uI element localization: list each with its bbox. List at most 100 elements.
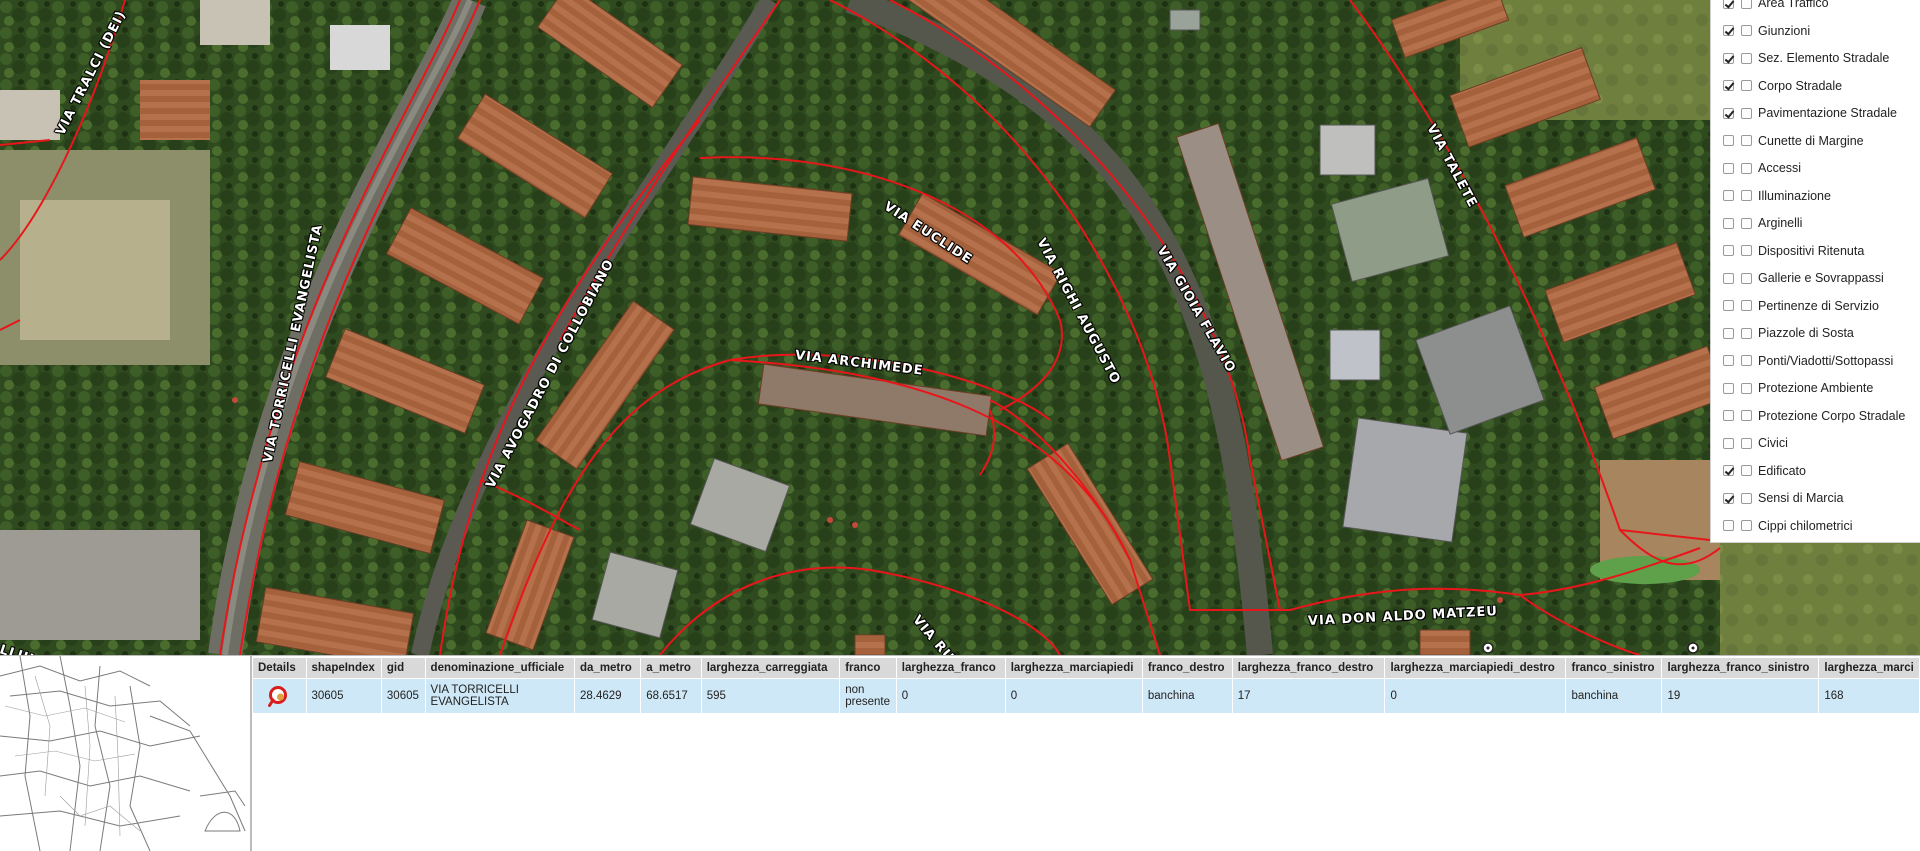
layer-row[interactable]: Illuminazione <box>1711 185 1920 207</box>
layer-label: Ponti/Viadotti/Sottopassi <box>1758 353 1894 368</box>
details-cell[interactable] <box>252 678 307 714</box>
column-header[interactable]: franco_destro <box>1141 657 1233 679</box>
layer-row[interactable]: Sensi di Marcia <box>1711 487 1920 509</box>
layer-row[interactable]: Pavimentazione Stradale <box>1711 102 1920 124</box>
layer-visibility-checkbox[interactable] <box>1723 410 1734 421</box>
column-header[interactable]: a_metro <box>640 657 702 679</box>
column-header[interactable]: larghezza_franco_destro <box>1231 657 1386 679</box>
column-header[interactable]: larghezza_marciapiedi <box>1004 657 1143 679</box>
cell-franco-destro: banchina <box>1141 678 1233 714</box>
layer-row[interactable]: Sez. Elemento Stradale <box>1711 47 1920 69</box>
cell-larghezza-franco-destro: 17 <box>1231 678 1386 714</box>
layer-visibility-checkbox[interactable] <box>1723 107 1734 119</box>
overview-map[interactable] <box>0 656 252 851</box>
layer-select-checkbox[interactable] <box>1741 300 1752 311</box>
layer-visibility-checkbox[interactable] <box>1723 135 1734 146</box>
layer-select-checkbox[interactable] <box>1741 437 1752 449</box>
cell-larghezza-carreggiata: 595 <box>700 678 841 714</box>
column-header[interactable]: larghezza_marciapiedi_destro <box>1384 657 1567 679</box>
layer-select-checkbox[interactable] <box>1741 465 1752 476</box>
layer-row[interactable]: Pertinenze di Servizio <box>1711 295 1920 317</box>
layer-label: Protezione Ambiente <box>1758 381 1874 395</box>
column-header[interactable]: franco <box>839 657 897 679</box>
layer-row[interactable]: Piazzole di Sosta <box>1711 322 1920 344</box>
layer-visibility-checkbox[interactable] <box>1723 162 1734 174</box>
layer-visibility-checkbox[interactable] <box>1723 217 1734 229</box>
layer-row[interactable]: Giunzioni <box>1711 20 1920 42</box>
layer-visibility-checkbox[interactable] <box>1723 520 1734 531</box>
layer-select-checkbox[interactable] <box>1741 492 1752 504</box>
layer-row[interactable]: Dispositivi Ritenuta <box>1711 240 1920 262</box>
layer-visibility-checkbox[interactable] <box>1723 272 1734 284</box>
layer-row[interactable]: Accessi <box>1711 157 1920 179</box>
layer-visibility-checkbox[interactable] <box>1723 355 1734 366</box>
layer-row[interactable]: Gallerie e Sovrappassi <box>1711 267 1920 289</box>
column-header[interactable]: da_metro <box>573 657 642 679</box>
layer-row[interactable]: Edificato <box>1711 460 1920 482</box>
layer-visibility-checkbox[interactable] <box>1723 245 1734 256</box>
layer-visibility-checkbox[interactable] <box>1723 0 1734 9</box>
details-zoom-icon[interactable] <box>268 685 290 707</box>
layer-select-checkbox[interactable] <box>1741 52 1752 64</box>
layer-select-checkbox[interactable] <box>1741 25 1752 36</box>
layer-row[interactable]: Ponti/Viadotti/Sottopassi <box>1711 350 1920 372</box>
layer-row[interactable]: Corpo Stradale <box>1711 75 1920 97</box>
attribute-grid[interactable]: Details shapeIndex gid denominazione_uff… <box>252 657 1920 851</box>
layer-select-checkbox[interactable] <box>1741 520 1752 531</box>
column-header[interactable]: shapeIndex <box>305 657 382 679</box>
layer-visibility-checkbox[interactable] <box>1723 25 1734 36</box>
cell-larghezza-marciapiedi-destro: 0 <box>1384 678 1567 714</box>
layer-row[interactable]: Arginelli <box>1711 212 1920 234</box>
layer-label: Accessi <box>1758 161 1802 175</box>
layer-label: Piazzole di Sosta <box>1758 326 1854 340</box>
layer-select-checkbox[interactable] <box>1741 382 1752 394</box>
column-header[interactable]: larghezza_marci <box>1818 657 1920 679</box>
layer-visibility-checkbox[interactable] <box>1723 492 1734 504</box>
layer-label: Pertinenze di Servizio <box>1758 298 1879 313</box>
cell-larghezza-franco-sinistro: 19 <box>1661 678 1820 714</box>
column-header[interactable]: larghezza_franco_sinistro <box>1661 657 1820 679</box>
layer-label: Cunette di Margine <box>1758 133 1864 148</box>
column-header[interactable]: larghezza_carreggiata <box>700 657 841 679</box>
layer-select-checkbox[interactable] <box>1741 272 1752 284</box>
layer-select-checkbox[interactable] <box>1741 410 1752 421</box>
layer-visibility-checkbox[interactable] <box>1723 437 1734 449</box>
layer-visibility-checkbox[interactable] <box>1723 190 1734 201</box>
junction-marker-icon[interactable] <box>1685 640 1701 655</box>
layer-visibility-checkbox[interactable] <box>1723 300 1734 311</box>
layer-visibility-checkbox[interactable] <box>1723 382 1734 394</box>
layer-select-checkbox[interactable] <box>1741 162 1752 174</box>
layer-select-checkbox[interactable] <box>1741 327 1752 339</box>
layer-label: Edificato <box>1758 463 1806 478</box>
layer-visibility-checkbox[interactable] <box>1723 465 1734 476</box>
layer-select-checkbox[interactable] <box>1741 190 1752 201</box>
junction-marker-icon[interactable] <box>1480 640 1496 655</box>
layer-select-checkbox[interactable] <box>1741 245 1752 256</box>
column-header[interactable]: Details <box>252 657 307 679</box>
cell-larghezza-marciapiedi: 0 <box>1004 678 1143 714</box>
cell-larghezza-marci: 168 <box>1818 678 1920 714</box>
layer-select-checkbox[interactable] <box>1741 80 1752 91</box>
cell-a-metro: 68.6517 <box>640 678 702 714</box>
column-header[interactable]: larghezza_franco <box>895 657 1006 679</box>
layer-row[interactable]: Civici <box>1711 432 1920 454</box>
layer-select-checkbox[interactable] <box>1741 107 1752 119</box>
layer-select-checkbox[interactable] <box>1741 355 1752 366</box>
layer-row[interactable]: Cunette di Margine <box>1711 130 1920 152</box>
table-row-selected[interactable]: 30605 30605 VIA TORRICELLI EVANGELISTA 2… <box>252 678 1920 714</box>
layer-select-checkbox[interactable] <box>1741 135 1752 146</box>
layer-row[interactable]: Protezione Corpo Stradale <box>1711 405 1920 427</box>
layer-visibility-checkbox[interactable] <box>1723 80 1734 91</box>
layer-select-checkbox[interactable] <box>1741 0 1752 9</box>
map-view[interactable]: VIA TRALCI (DEI) VIA TORRICELLI EVANGELI… <box>0 0 1920 655</box>
layer-visibility-checkbox[interactable] <box>1723 52 1734 64</box>
layer-visibility-checkbox[interactable] <box>1723 327 1734 339</box>
column-header[interactable]: denominazione_ufficiale <box>424 657 576 679</box>
layer-row[interactable]: Cippi chilometrici <box>1711 515 1920 537</box>
layer-select-checkbox[interactable] <box>1741 217 1752 229</box>
layer-row[interactable]: Protezione Ambiente <box>1711 377 1920 399</box>
layer-row[interactable]: Area Traffico <box>1711 0 1920 14</box>
column-header[interactable]: gid <box>380 657 426 679</box>
layer-label: Civici <box>1758 436 1788 450</box>
column-header[interactable]: franco_sinistro <box>1565 657 1663 679</box>
